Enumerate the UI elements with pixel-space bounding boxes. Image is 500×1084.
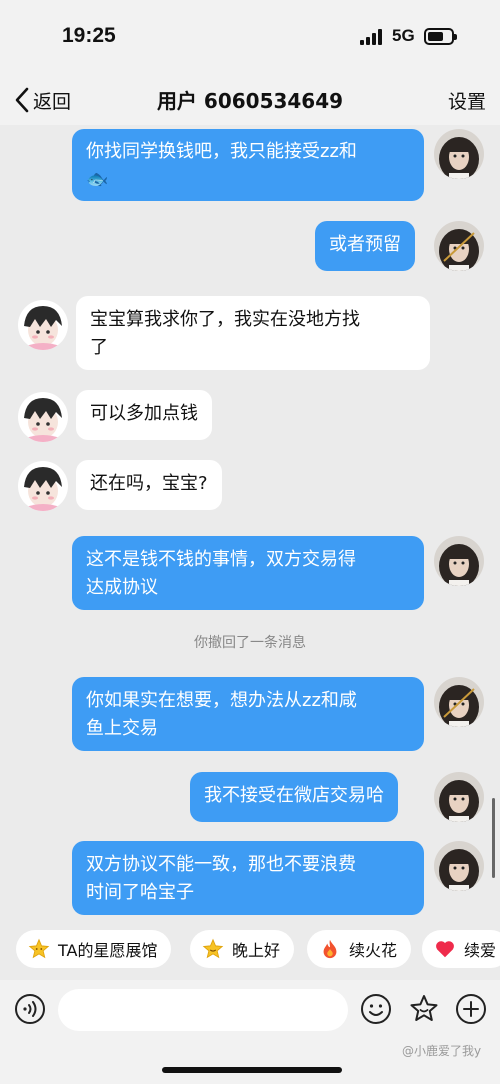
contact-avatar[interactable] bbox=[18, 392, 68, 442]
message-text: 或者预留 bbox=[329, 234, 401, 255]
message-text: 我不接受在微店交易哈 bbox=[204, 785, 384, 806]
message-input[interactable] bbox=[58, 989, 348, 1031]
emoji-button[interactable] bbox=[360, 993, 392, 1025]
home-indicator bbox=[162, 1067, 342, 1073]
chip-star-gallery[interactable]: TA的星愿展馆 bbox=[16, 930, 172, 968]
recalled-message-note: 你撤回了一条消息 bbox=[194, 635, 306, 651]
chip-label: 续火花 bbox=[349, 941, 398, 960]
more-button[interactable] bbox=[455, 993, 487, 1025]
incoming-message[interactable]: 可以多加点钱 bbox=[76, 390, 212, 440]
message-text: 你找同学换钱吧，我只能接受zz和 🐟 bbox=[86, 141, 357, 190]
voice-icon bbox=[15, 994, 45, 1024]
my-avatar[interactable] bbox=[434, 841, 484, 891]
smiley-icon bbox=[361, 994, 391, 1024]
battery-icon bbox=[424, 28, 457, 45]
outgoing-message[interactable]: 你如果实在想要，想办法从zz和咸 鱼上交易 bbox=[72, 677, 424, 751]
nav-bar: 返回 用户 6060534649 设置 bbox=[0, 75, 500, 125]
voice-button[interactable] bbox=[14, 993, 46, 1025]
chip-good-evening[interactable]: 晚上好 bbox=[190, 930, 295, 968]
signal-icon bbox=[360, 29, 384, 45]
chat-area[interactable]: 你找同学换钱吧，我只能接受zz和 🐟 或者预留 宝宝算我求你了，我实在没地方找 … bbox=[0, 125, 500, 920]
watermark: @小鹿爱了我y bbox=[402, 1044, 482, 1058]
fire-icon bbox=[323, 939, 337, 959]
network-type: 5G bbox=[392, 26, 415, 45]
outgoing-message[interactable]: 双方协议不能一致，那也不要浪费 时间了哈宝子 bbox=[72, 841, 424, 915]
my-avatar[interactable] bbox=[434, 677, 484, 727]
my-avatar[interactable] bbox=[434, 129, 484, 179]
chip-continue-spark[interactable]: 续火花 bbox=[307, 930, 412, 968]
input-bar: @小鹿爱了我y bbox=[0, 980, 500, 1084]
outgoing-message[interactable]: 我不接受在微店交易哈 bbox=[190, 772, 398, 822]
message-text: 这不是钱不钱的事情，双方交易得 达成协议 bbox=[86, 549, 356, 598]
star-icon bbox=[28, 938, 50, 959]
my-avatar[interactable] bbox=[434, 772, 484, 822]
contact-avatar[interactable] bbox=[18, 300, 68, 350]
plus-icon bbox=[456, 994, 486, 1024]
incoming-message[interactable]: 宝宝算我求你了，我实在没地方找 了 bbox=[76, 296, 430, 370]
page-title: 用户 6060534649 bbox=[156, 89, 344, 113]
settings-button[interactable]: 设置 bbox=[448, 87, 486, 114]
quick-actions-bar: TA的星愿展馆 晚上好 续火花 续爱 bbox=[0, 920, 500, 980]
scrollbar[interactable] bbox=[492, 798, 495, 878]
star-smile-icon bbox=[410, 995, 438, 1021]
sparkle-star-icon bbox=[202, 938, 224, 959]
outgoing-message[interactable]: 或者预留 bbox=[315, 221, 415, 271]
favorite-stickers-button[interactable] bbox=[408, 993, 440, 1025]
outgoing-message[interactable]: 你找同学换钱吧，我只能接受zz和 🐟 bbox=[72, 129, 424, 201]
my-avatar[interactable] bbox=[434, 221, 484, 271]
chip-continue-love[interactable]: 续爱 bbox=[422, 930, 500, 968]
my-avatar[interactable] bbox=[434, 536, 484, 586]
message-text: 可以多加点钱 bbox=[90, 403, 198, 424]
message-text: 还在吗，宝宝? bbox=[90, 473, 208, 494]
chip-label: 续爱 bbox=[464, 941, 497, 960]
outgoing-message[interactable]: 这不是钱不钱的事情，双方交易得 达成协议 bbox=[72, 536, 424, 610]
chip-label: 晚上好 bbox=[232, 941, 281, 960]
contact-avatar[interactable] bbox=[18, 461, 68, 511]
chip-label: TA的星愿展馆 bbox=[58, 941, 158, 960]
message-text: 你如果实在想要，想办法从zz和咸 鱼上交易 bbox=[86, 690, 357, 739]
message-text: 双方协议不能一致，那也不要浪费 时间了哈宝子 bbox=[86, 854, 356, 903]
message-text: 宝宝算我求你了，我实在没地方找 了 bbox=[90, 309, 360, 358]
status-bar: 19:25 5G bbox=[0, 0, 500, 75]
heart-icon bbox=[436, 941, 454, 958]
status-time: 19:25 bbox=[62, 24, 116, 47]
incoming-message[interactable]: 还在吗，宝宝? bbox=[76, 460, 222, 510]
